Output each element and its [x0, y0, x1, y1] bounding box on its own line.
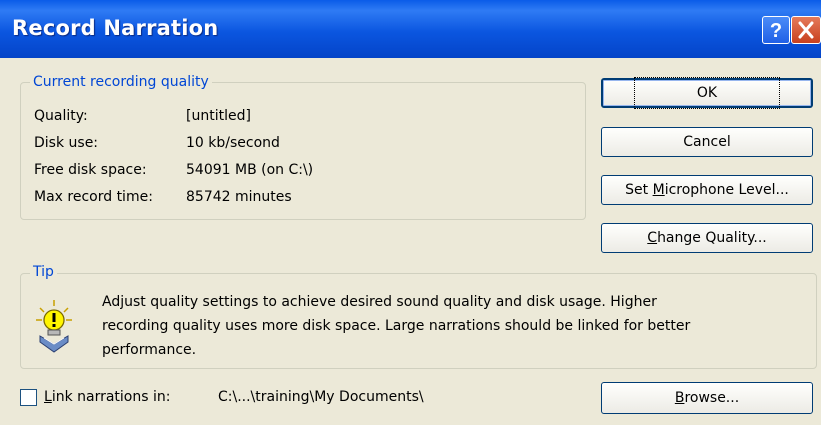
tip-text-line-1: Adjust quality settings to achieve desir… — [102, 294, 657, 310]
disk-use-key: Disk use: — [34, 135, 99, 151]
cancel-button-label: Cancel — [683, 134, 731, 150]
question-mark-icon: ? — [770, 20, 782, 42]
tip-group-label: Tip — [30, 264, 57, 280]
tip-text-line-3: performance. — [102, 342, 197, 358]
max-record-time-key: Max record time: — [34, 189, 153, 205]
free-disk-space-key: Free disk space: — [34, 162, 147, 178]
close-button[interactable] — [791, 16, 821, 44]
quality-value: [untitled] — [186, 108, 251, 124]
svg-text:?: ? — [770, 20, 782, 42]
set-microphone-level-label: Set Microphone Level... — [625, 182, 789, 198]
lightbulb-tip-icon — [36, 300, 72, 353]
close-x-icon — [798, 21, 814, 39]
browse-button[interactable]: Browse... — [601, 382, 813, 414]
set-microphone-level-button[interactable]: Set Microphone Level... — [601, 175, 813, 205]
quality-key: Quality: — [34, 108, 88, 124]
browse-button-label: Browse... — [674, 390, 740, 406]
title-bar[interactable]: Record Narration ? — [0, 0, 821, 58]
ok-button[interactable]: OK — [601, 77, 813, 109]
window-title: Record Narration — [12, 16, 219, 40]
tip-text-line-2: recording quality uses more disk space. … — [102, 318, 691, 334]
change-quality-label: Change Quality... — [647, 230, 767, 246]
change-quality-button[interactable]: Change Quality... — [601, 223, 813, 253]
link-narrations-checkbox[interactable] — [20, 389, 37, 406]
link-narrations-label[interactable]: Link narrations in: — [44, 389, 170, 405]
help-button[interactable]: ? — [762, 16, 790, 44]
max-record-time-value: 85742 minutes — [186, 189, 292, 205]
disk-use-value: 10 kb/second — [186, 135, 280, 151]
record-narration-dialog: Record Narration ? Current recording qua… — [0, 0, 821, 425]
free-disk-space-value: 54091 MB (on C:\) — [186, 162, 314, 178]
quality-group-label: Current recording quality — [30, 74, 212, 90]
cancel-button[interactable]: Cancel — [601, 127, 813, 157]
link-narrations-path: C:\...\training\My Documents\ — [218, 389, 424, 405]
ok-button-label: OK — [633, 77, 781, 109]
